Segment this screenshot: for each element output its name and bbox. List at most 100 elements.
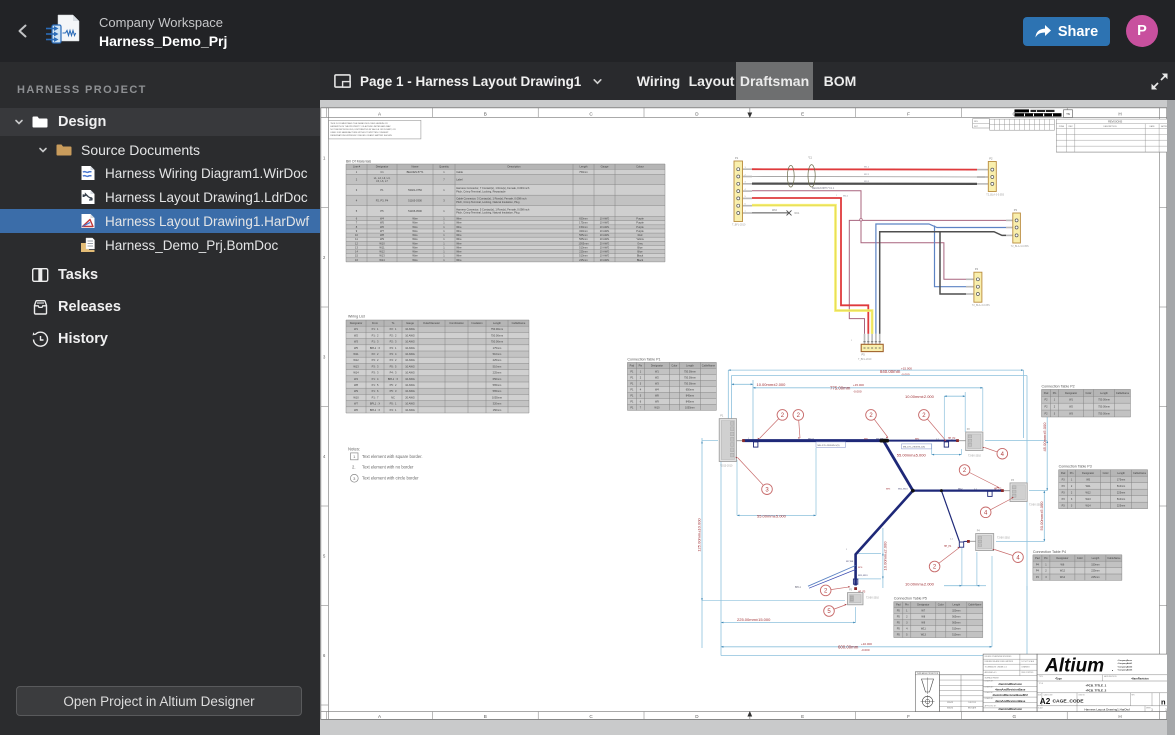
svg-text:P1: P1 [380,188,384,192]
svg-text:Wire: Wire [456,221,462,225]
svg-text:Text element with circle borde: Text element with circle border [362,476,419,481]
svg-text:P1 : 1: P1 : 1 [372,327,379,331]
svg-text:BPL1 : X: BPL1 : X [388,377,399,381]
svg-text:P4 : 1: P4 : 1 [390,408,397,412]
svg-text:P3 : 1: P3 : 1 [390,346,397,350]
svg-text:W6: W6 [1061,563,1065,566]
svg-text:750.00mm: 750.00mm [1098,399,1110,402]
svg-text:HP_P3: HP_P3 [994,488,1002,490]
svg-text:P1 : 2: P1 : 2 [372,333,379,337]
svg-text:•CompanyAddr1: •CompanyAddr1 [1118,662,1133,665]
svg-text:W9: W9 [921,622,925,625]
svg-text:Designator: Designator [350,321,363,325]
svg-text:W13: W13 [379,254,385,258]
svg-text:W11: W11 [353,352,359,356]
svg-text:HEREWITH IS THE PROPERTY OF AL: HEREWITH IS THE PROPERTY OF ALTIUM LIMIT… [330,125,391,128]
svg-text:Gauge: Gauge [601,165,609,169]
svg-text:W8: W8 [354,383,358,387]
svg-text:Designator: Designator [1065,392,1077,395]
svg-text:W14: W14 [379,258,385,262]
svg-text:Wire: Wire [456,233,462,237]
svg-text:10 AWG: 10 AWG [600,254,610,258]
svg-text:Wire: Wire [456,241,462,245]
svg-text:H: H [1118,714,1121,719]
svg-text:W12: W12 [1060,570,1066,573]
svg-text:TITLE: TITLE [1039,683,1043,685]
svg-text:Wire: Wire [456,229,462,233]
svg-text:T2-BX-2010: T2-BX-2010 [1029,504,1043,507]
svg-text:P3 : 3: P3 : 3 [372,371,379,375]
svg-text:T2-BX-2010: T2-BX-2010 [866,597,880,600]
svg-text:P5: P5 [380,209,384,213]
svg-text:DATE: DATE [1150,125,1156,128]
svg-text:CHECKED: CHECKED [968,702,977,704]
svg-text:TYPE: TYPE [1039,676,1043,678]
svg-text:•CompanyAddr2: •CompanyAddr2 [1118,665,1133,668]
svg-text:CableName: CableName [1107,557,1121,560]
svg-text:225mm: 225mm [579,250,588,254]
svg-text:W1: W1 [354,327,358,331]
svg-text:10 AWG: 10 AWG [405,364,415,368]
svg-text:H: H [1118,112,1121,117]
svg-text:Blue: Blue [637,245,643,249]
svg-text:10 AWG: 10 AWG [405,408,415,412]
svg-text:W14: W14 [353,371,359,375]
svg-text:1055mm: 1055mm [492,395,502,399]
svg-text:10.00mm±2.000: 10.00mm±2.000 [905,394,935,399]
svg-text:CableName: CableName [968,604,982,607]
svg-text:150mm: 150mm [1091,563,1099,566]
svg-text:REV: REV [1132,695,1135,697]
svg-text:+15.000: +15.000 [853,383,864,387]
svg-text:B: B [484,112,487,117]
svg-text:600.00mm: 600.00mm [838,645,859,650]
svg-text:Pad: Pad [896,604,901,607]
svg-text:320mm: 320mm [579,229,588,233]
svg-text:+10.000: +10.000 [861,642,872,646]
svg-text:1055mm: 1055mm [685,406,695,409]
svg-text:•PCB_TITLE_2: •PCB_TITLE_2 [1086,688,1107,692]
svg-text:750.00mm: 750.00mm [491,327,503,331]
svg-text:Notes:: Notes: [348,447,360,452]
svg-text:TOLERANCES: LINEAR ±0.5: TOLERANCES: LINEAR ±0.5 [985,666,1007,669]
svg-text:W4: W4 [655,388,659,391]
svg-text:Connection Table P1: Connection Table P1 [627,357,660,361]
svg-text:n: n [1161,698,1166,707]
svg-text:150mm: 150mm [493,408,502,412]
svg-text:W4.1: W4.1 [843,196,849,198]
svg-text:W11: W11 [921,628,927,631]
svg-text:225mm: 225mm [579,258,588,262]
svg-text:P1 : 7: P1 : 7 [372,395,379,399]
svg-text:10 AWG: 10 AWG [600,221,610,225]
svg-text:T2-BX-2010: T2-BX-2010 [997,537,1011,540]
svg-text:-0.000: -0.000 [861,648,870,652]
svg-text:P5 : 1: P5 : 1 [390,402,397,406]
svg-text:175mm: 175mm [1117,478,1125,481]
svg-text:W8: W8 [921,616,925,619]
svg-text:Wire: Wire [456,225,462,229]
svg-text:Pin: Pin [1044,557,1048,560]
svg-text:650mm: 650mm [579,217,588,221]
svg-text:*C1: *C1 [808,157,813,160]
svg-text:Wire: Wire [412,229,418,233]
svg-text:REV.DATE: REV.DATE [968,706,977,709]
svg-text:Pin: Pin [905,604,909,607]
svg-text:-0.000: -0.000 [853,389,862,393]
svg-text:W6: W6 [354,408,358,412]
svg-text:T2_BLA-3-0.05S: T2_BLA-3-0.05S [972,304,990,307]
svg-text:225mm: 225mm [493,358,502,362]
svg-text:DESCRIPTION: DESCRIPTION [1104,126,1118,128]
svg-text:Harness Layout Drawing1.HarDwf: Harness Layout Drawing1.HarDwf [1084,707,1130,711]
svg-text:•ItemAndRevisionBase: •ItemAndRevisionBase [995,688,1026,692]
svg-text:Yellow: Yellow [636,237,644,241]
svg-text:W11,W13: W11,W13 [898,488,908,490]
svg-text:Length: Length [1117,472,1125,475]
svg-text:Designator: Designator [376,165,389,169]
svg-text:BPL1 : X: BPL1 : X [370,346,381,350]
svg-text:B: B [484,714,487,719]
svg-text:10 AWG: 10 AWG [600,229,610,233]
svg-text:W11: W11 [379,245,385,249]
svg-text:51165-0500: 51165-0500 [408,209,422,213]
svg-text:ISSUED: ISSUED [947,707,954,709]
svg-text:Purple: Purple [636,221,644,225]
svg-text:BPL1: BPL1 [795,586,802,589]
